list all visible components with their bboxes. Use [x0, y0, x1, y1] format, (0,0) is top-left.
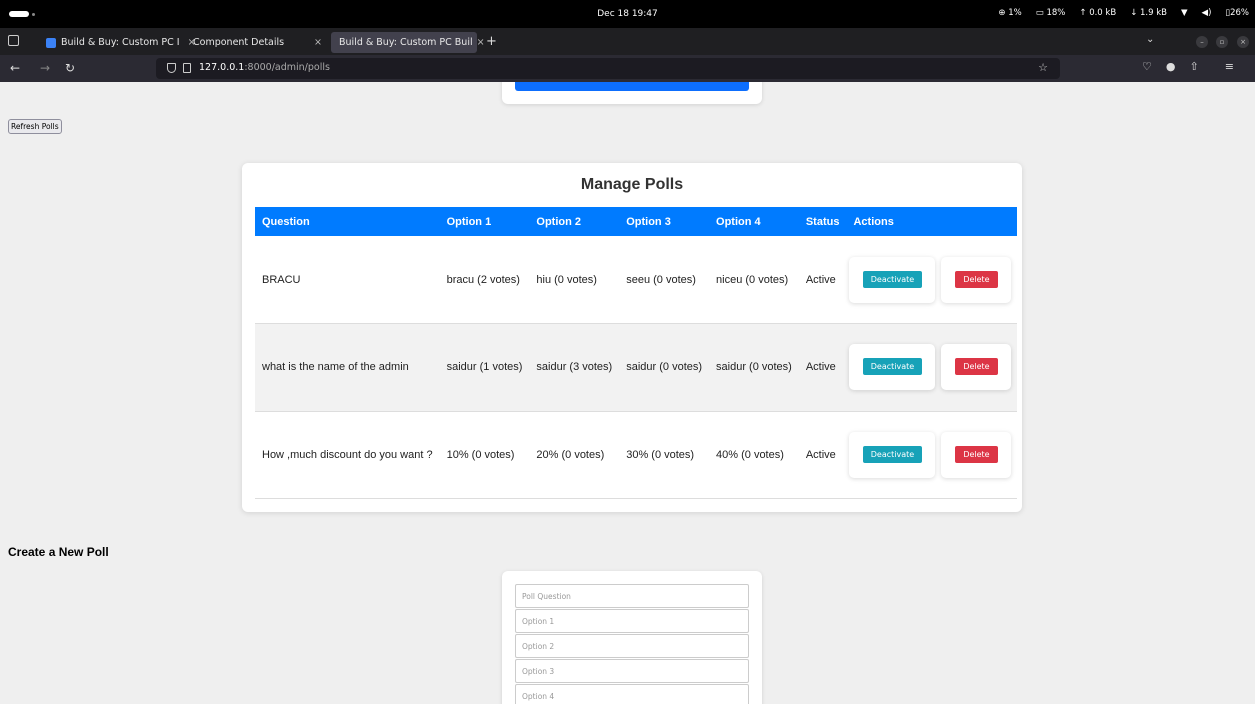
- polls-table: Question Option 1 Option 2 Option 3 Opti…: [255, 207, 1018, 499]
- poll-option: 10% (0 votes): [446, 448, 515, 461]
- pocket-icon[interactable]: ♡: [1142, 60, 1152, 73]
- poll-option: 20% (0 votes): [536, 448, 605, 461]
- tab-component-details[interactable]: Component Details ×: [185, 32, 330, 53]
- close-window-icon[interactable]: ×: [1237, 36, 1249, 48]
- memory-indicator: ▭ 18%: [1035, 8, 1066, 18]
- poll-option: niceu (0 votes): [716, 273, 789, 286]
- address-bar[interactable]: 127.0.0.1:8000/admin/polls ☆: [156, 58, 1060, 79]
- column-header: Status: [805, 215, 840, 228]
- favicon-icon: [46, 37, 56, 48]
- poll-option: hiu (0 votes): [536, 273, 597, 286]
- column-header: Option 2: [536, 215, 582, 228]
- poll-question: How ,much discount do you want ?: [262, 448, 433, 461]
- column-header: Option 4: [716, 215, 761, 228]
- system-tray[interactable]: ⊕ 1% ▭ 18% ↑ 0.0 kB ↓ 1.9 kB ▼ ◀) ▯26%: [998, 8, 1249, 18]
- forward-icon[interactable]: →: [40, 61, 50, 75]
- url-text[interactable]: 127.0.0.1:8000/admin/polls: [199, 62, 330, 73]
- top-card-button[interactable]: [515, 82, 749, 91]
- poll-option: saidur (1 votes): [446, 361, 523, 374]
- battery-indicator: ▯26%: [1225, 8, 1249, 18]
- poll-option: saidur (0 votes): [626, 361, 703, 374]
- bookmark-star-icon[interactable]: ☆: [1038, 61, 1048, 74]
- poll-option: 40% (0 votes): [716, 448, 784, 461]
- column-header: Option 1: [446, 215, 492, 228]
- poll-option: 30% (0 votes): [626, 448, 695, 461]
- option-1-input[interactable]: [515, 609, 749, 633]
- close-tab-icon[interactable]: ×: [477, 37, 485, 48]
- create-poll-form: [502, 571, 762, 704]
- create-poll-title: Create a New Poll: [8, 545, 109, 559]
- option-3-input[interactable]: [515, 659, 749, 683]
- table-row: BRACU bracu (2 votes) hiu (0 votes) seeu…: [255, 236, 1018, 324]
- browser-nav-bar: ← → ↻ 127.0.0.1:8000/admin/polls ☆ ♡ ● ⇧…: [0, 55, 1255, 82]
- extensions-icon[interactable]: ⇧: [1189, 60, 1198, 73]
- account-icon[interactable]: ●: [1166, 60, 1176, 73]
- tab-list-icon[interactable]: [8, 35, 19, 46]
- page-content: Refresh Polls Manage Polls Question Opti…: [0, 82, 1255, 704]
- menu-icon[interactable]: ≡: [1225, 60, 1234, 73]
- poll-actions: Deactivate Delete: [846, 324, 1017, 412]
- refresh-polls-button[interactable]: Refresh Polls: [8, 119, 62, 134]
- poll-option: bracu (2 votes): [446, 273, 520, 286]
- poll-question: BRACU: [262, 273, 301, 286]
- deactivate-button[interactable]: Deactivate: [862, 358, 923, 376]
- tab-build-buy-active[interactable]: Build & Buy: Custom PC Buil ×: [331, 32, 485, 53]
- column-header: Option 3: [626, 215, 671, 228]
- poll-actions: Deactivate Delete: [846, 236, 1017, 324]
- table-row: How ,much discount do you want ? 10% (0 …: [255, 411, 1018, 499]
- delete-button[interactable]: Delete: [955, 445, 998, 463]
- poll-question: what is the name of the admin: [262, 361, 409, 374]
- maximize-icon[interactable]: ▫: [1216, 36, 1228, 48]
- close-tab-icon[interactable]: ×: [314, 37, 322, 48]
- table-row: what is the name of the admin saidur (1 …: [255, 323, 1018, 412]
- poll-actions: Deactivate Delete: [846, 411, 1017, 499]
- new-tab-icon[interactable]: +: [486, 34, 497, 49]
- wifi-icon: ▼: [1181, 8, 1188, 18]
- reload-icon[interactable]: ↻: [65, 61, 75, 75]
- deactivate-button[interactable]: Deactivate: [862, 270, 923, 288]
- manage-polls-card: Manage Polls Question Option 1 Option 2 …: [242, 163, 1022, 512]
- volume-icon: ◀): [1201, 8, 1212, 18]
- system-top-bar: Dec 18 19:47 ⊕ 1% ▭ 18% ↑ 0.0 kB ↓ 1.9 k…: [0, 0, 1255, 28]
- chevron-down-icon[interactable]: ⌄: [1146, 34, 1154, 45]
- manage-polls-title: Manage Polls: [580, 176, 684, 193]
- table-header-row: Question Option 1 Option 2 Option 3 Opti…: [255, 207, 1018, 236]
- column-header: Question: [262, 215, 310, 228]
- page-icon[interactable]: [183, 63, 191, 73]
- shield-icon[interactable]: [167, 63, 176, 73]
- upload-indicator: ↑ 0.0 kB: [1079, 8, 1117, 18]
- deactivate-button[interactable]: Deactivate: [862, 445, 923, 463]
- option-2-input[interactable]: [515, 634, 749, 658]
- browser-tab-strip: Build & Buy: Custom PC I × Component Det…: [0, 28, 1255, 55]
- poll-option: saidur (0 votes): [716, 361, 792, 374]
- download-indicator: ↓ 1.9 kB: [1130, 8, 1167, 18]
- minimize-icon[interactable]: –: [1196, 36, 1208, 48]
- cpu-indicator: ⊕ 1%: [998, 8, 1022, 18]
- poll-status: Active: [805, 273, 836, 286]
- poll-question-input[interactable]: [515, 584, 749, 608]
- back-icon[interactable]: ←: [10, 61, 20, 75]
- column-header: Actions: [853, 215, 894, 228]
- delete-button[interactable]: Delete: [955, 270, 998, 288]
- top-card: [502, 82, 762, 104]
- poll-status: Active: [805, 361, 836, 374]
- poll-option: seeu (0 votes): [626, 273, 696, 286]
- poll-status: Active: [805, 448, 836, 461]
- poll-option: saidur (3 votes): [536, 361, 613, 374]
- delete-button[interactable]: Delete: [955, 358, 998, 376]
- option-4-input[interactable]: [515, 684, 749, 704]
- tab-build-buy-1[interactable]: Build & Buy: Custom PC I ×: [38, 32, 204, 53]
